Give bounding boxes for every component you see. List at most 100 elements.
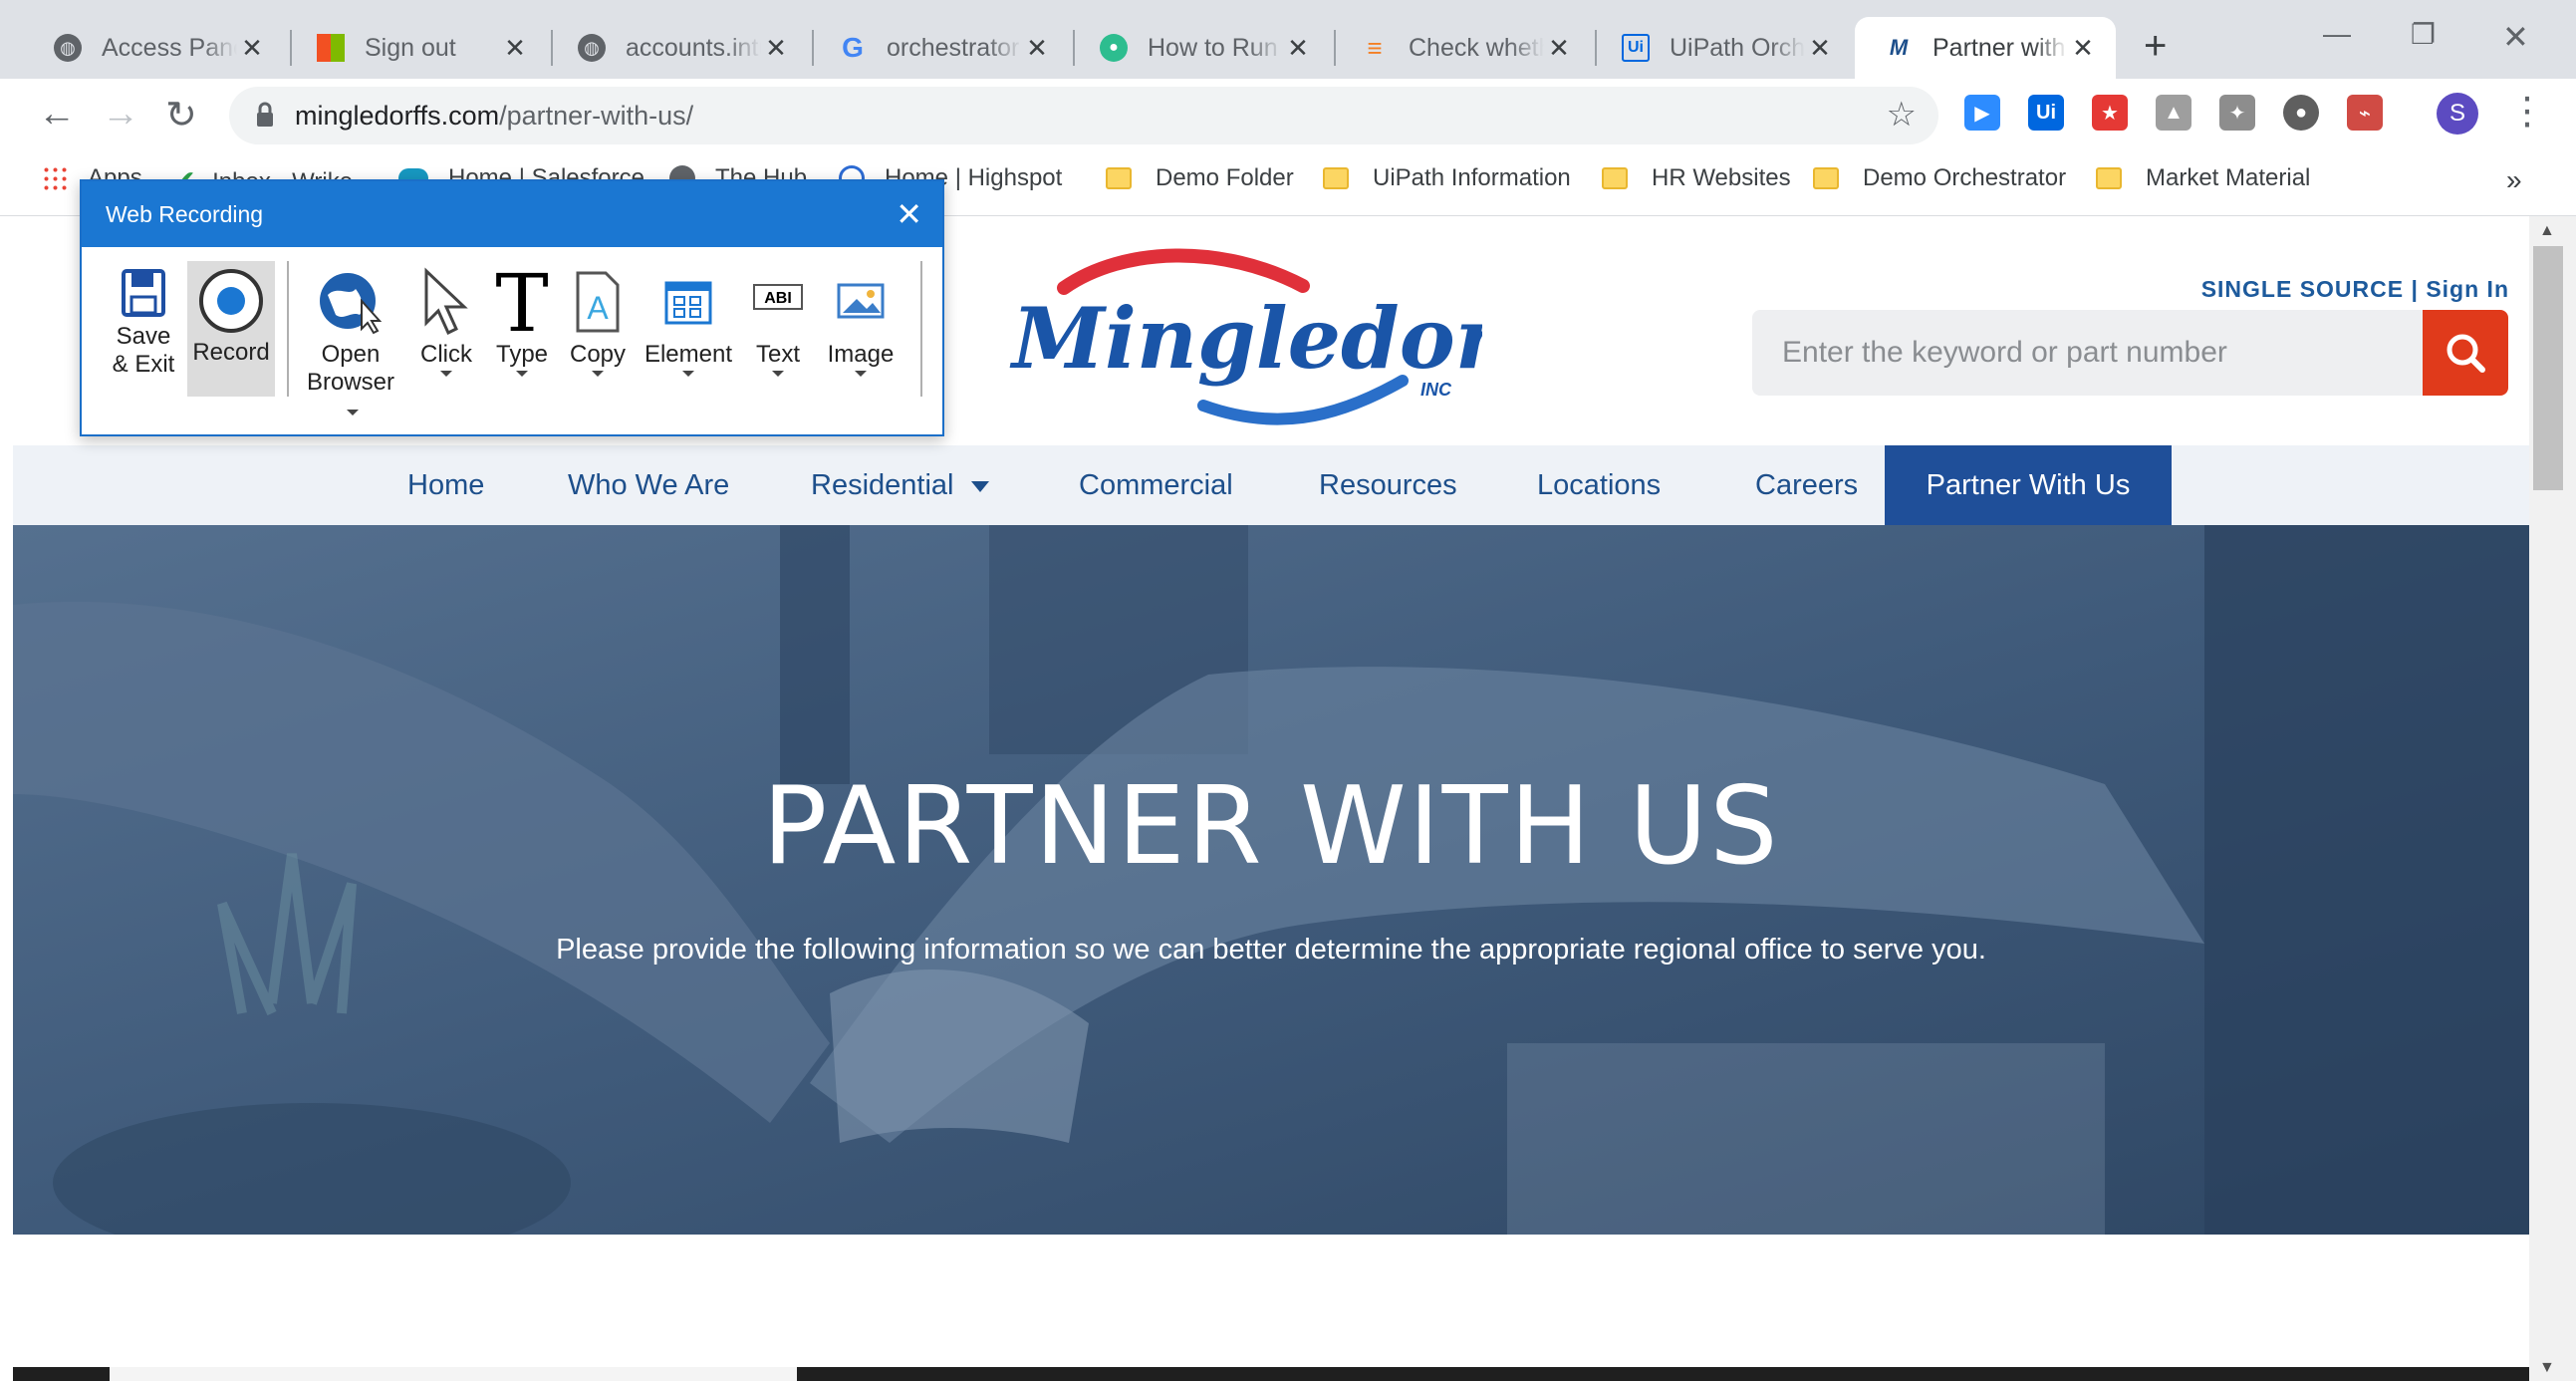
main-navigation: Home Who We Are Residential Commercial R… <box>13 445 2529 525</box>
mingledorffs-icon: M <box>1889 35 1909 60</box>
circle-extension-icon[interactable]: ● <box>2283 95 2319 131</box>
tab-access-panel[interactable]: ◍ Access Panel ✕ <box>24 17 285 79</box>
bookmark-hr-websites[interactable]: HR Websites <box>1602 164 1791 192</box>
close-tab-icon[interactable]: ✕ <box>1544 33 1574 64</box>
svg-text:ABI: ABI <box>764 290 792 307</box>
close-tab-icon[interactable]: ✕ <box>1022 33 1052 64</box>
bookmark-extension-icon[interactable]: ✦ <box>2219 95 2255 131</box>
tab-title: Access Panel <box>102 33 237 62</box>
close-tab-icon[interactable]: ✕ <box>1283 33 1313 64</box>
close-tab-icon[interactable]: ✕ <box>237 33 267 64</box>
search-input[interactable] <box>1752 310 2465 396</box>
new-tab-icon[interactable]: + <box>2144 24 2167 69</box>
nav-home[interactable]: Home <box>374 445 518 525</box>
toolbar-divider <box>920 261 922 397</box>
image-button[interactable]: Image <box>821 261 901 397</box>
record-label: Record <box>192 339 270 366</box>
url-domain: mingledorffs.com <box>295 101 500 131</box>
dropdown-arrow-icon <box>516 371 528 377</box>
tab-check-whether[interactable]: ≡ Check wheth ✕ <box>1331 17 1592 79</box>
browser-label: Browser <box>306 369 395 396</box>
nav-resources[interactable]: Resources <box>1285 445 1491 525</box>
click-button[interactable]: Click <box>412 261 480 397</box>
element-button[interactable]: Element <box>642 261 735 397</box>
profile-avatar[interactable]: S <box>2437 93 2478 135</box>
click-label: Click <box>420 341 472 368</box>
tab-title: UiPath Orche <box>1670 33 1805 62</box>
bookmark-label: Demo Orchestrator <box>1863 164 2067 191</box>
open-browser-button[interactable]: Open Browser <box>299 261 402 415</box>
close-tab-icon[interactable]: ✕ <box>1805 33 1835 64</box>
close-tab-icon[interactable]: ✕ <box>761 33 791 64</box>
tab-partner-with-us[interactable]: M Partner with ✕ <box>1855 17 2116 79</box>
uipath-extension-icon[interactable]: Ui <box>2028 95 2064 131</box>
restore-icon[interactable]: ❐ <box>2411 18 2436 51</box>
text-icon: ABI <box>753 284 803 310</box>
record-button[interactable]: Record <box>187 261 275 397</box>
tab-orchestrator[interactable]: G orchestrator ✕ <box>809 17 1070 79</box>
url-path: /partner-with-us/ <box>499 101 694 131</box>
nav-residential[interactable]: Residential <box>777 445 1023 525</box>
footer-strip-segment <box>110 1367 797 1381</box>
record-icon <box>199 269 263 333</box>
save-exit-button[interactable]: Save & Exit <box>106 261 181 397</box>
single-source-link[interactable]: SINGLE SOURCE <box>2201 276 2404 302</box>
tab-title: Check wheth <box>1409 33 1544 62</box>
bookmark-demo-folder[interactable]: Demo Folder <box>1106 164 1294 192</box>
reload-icon[interactable]: ↻ <box>165 93 197 138</box>
pdf-extension-icon[interactable]: ⌁ <box>2347 95 2383 131</box>
mingledorffs-logo[interactable]: Mingledorff's INC <box>1004 246 1482 435</box>
minimize-icon[interactable]: — <box>2323 18 2351 50</box>
search-button[interactable] <box>2423 310 2508 396</box>
page-scrollbar[interactable]: ▲ ▼ <box>2529 216 2576 1381</box>
zoom-extension-icon[interactable]: ▶ <box>1964 95 2000 131</box>
nav-locations[interactable]: Locations <box>1503 445 1694 525</box>
type-icon: T <box>495 267 548 337</box>
scroll-down-icon[interactable]: ▼ <box>2539 1359 2555 1377</box>
back-icon[interactable]: ← <box>38 93 76 136</box>
bookmarks-overflow-button[interactable]: » <box>2506 164 2522 196</box>
tab-sign-out[interactable]: Sign out ✕ <box>287 17 548 79</box>
nav-commercial[interactable]: Commercial <box>1045 445 1267 525</box>
toolbar-divider <box>287 261 289 397</box>
copy-button[interactable]: A Copy <box>564 261 632 397</box>
close-icon[interactable]: ✕ <box>896 181 922 247</box>
bookmark-demo-orchestrator[interactable]: Demo Orchestrator <box>1813 164 2066 192</box>
text-button[interactable]: ABI Text <box>745 261 811 397</box>
folder-icon <box>1323 167 1349 189</box>
close-window-icon[interactable]: ✕ <box>2502 18 2529 56</box>
web-recording-dialog: Web Recording ✕ Save & Exit Record Open … <box>80 179 944 436</box>
drive-extension-icon[interactable]: ▲ <box>2156 95 2191 131</box>
nav-partner-with-us[interactable]: Partner With Us <box>1885 445 2172 525</box>
close-tab-icon[interactable]: ✕ <box>500 33 530 64</box>
bookmark-market-material[interactable]: Market Material <box>2096 164 2310 192</box>
header-links: SINGLE SOURCE | Sign In <box>2201 276 2509 303</box>
forward-icon[interactable]: → <box>102 93 139 136</box>
save-icon <box>122 269 165 317</box>
type-button[interactable]: T Type <box>490 261 554 397</box>
address-bar[interactable]: mingledorffs.com/partner-with-us/ ☆ <box>229 87 1938 144</box>
scrollbar-thumb[interactable] <box>2533 246 2563 490</box>
tab-how-to-run[interactable]: ● How to Run ✕ <box>1070 17 1331 79</box>
scroll-up-icon[interactable]: ▲ <box>2539 222 2555 240</box>
folder-icon <box>1813 167 1839 189</box>
dropdown-arrow-icon <box>347 409 359 415</box>
globe-cursor-icon <box>320 273 383 335</box>
image-icon <box>837 283 885 319</box>
bookmark-uipath-information[interactable]: UiPath Information <box>1323 164 1571 192</box>
type-label: Type <box>495 341 549 368</box>
nav-who-we-are[interactable]: Who We Are <box>534 445 763 525</box>
chevron-down-icon <box>971 480 990 492</box>
tab-title: orchestrator <box>887 33 1020 62</box>
url-text[interactable]: mingledorffs.com/partner-with-us/ <box>295 101 693 132</box>
nav-careers[interactable]: Careers <box>1721 445 1892 525</box>
bookmark-star-icon[interactable]: ☆ <box>1887 95 1917 135</box>
tab-accounts[interactable]: ◍ accounts.intu ✕ <box>548 17 809 79</box>
menu-icon[interactable]: ⋮ <box>2508 89 2546 134</box>
tab-uipath-orchestrator[interactable]: Ui UiPath Orche ✕ <box>1592 17 1853 79</box>
svg-text:T: T <box>495 267 548 337</box>
tab-title: accounts.intu <box>626 33 761 62</box>
close-tab-icon[interactable]: ✕ <box>2068 33 2098 64</box>
sign-in-link[interactable]: Sign In <box>2426 276 2509 302</box>
red-extension-icon[interactable]: ★ <box>2092 95 2128 131</box>
